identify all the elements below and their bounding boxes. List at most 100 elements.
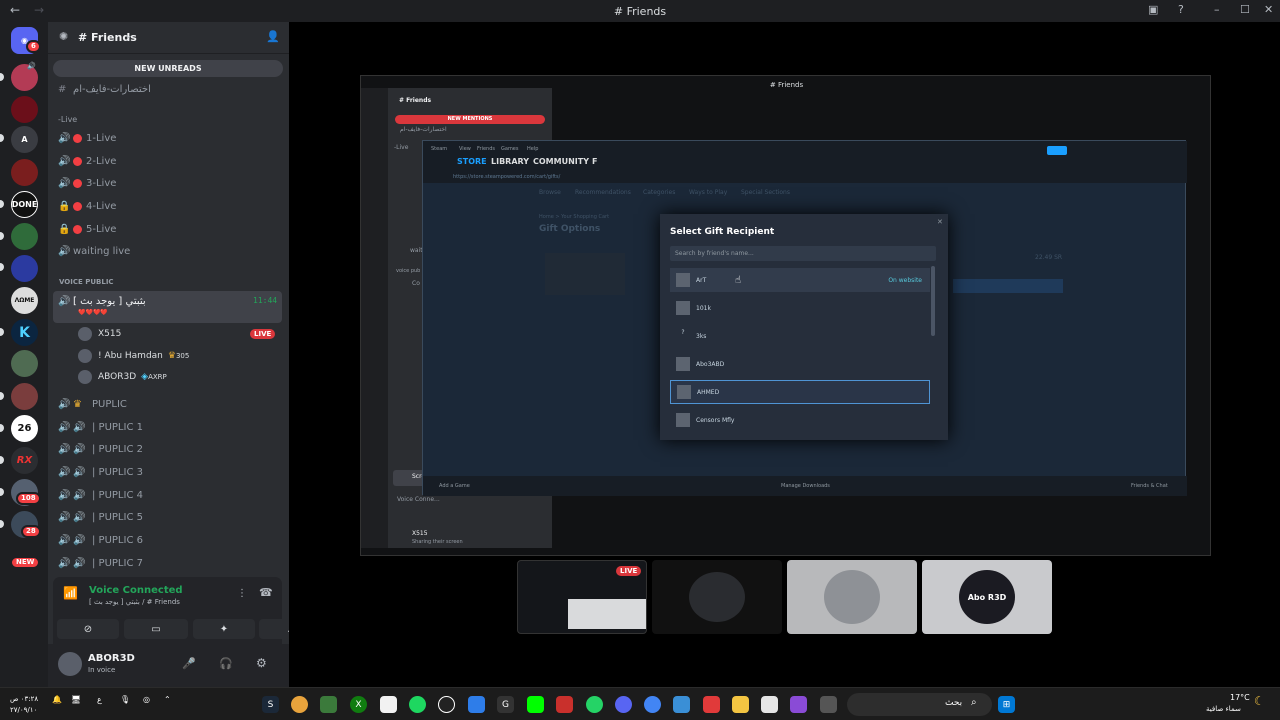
friend-row[interactable]: ? 3ks bbox=[670, 324, 930, 348]
mic-tray-icon[interactable]: 🎙 bbox=[120, 695, 130, 704]
notification-icon[interactable]: 🔔 bbox=[52, 695, 62, 704]
steam-notify-button[interactable] bbox=[1047, 146, 1067, 155]
voice-channel[interactable]: 🔊 🔊 | PUPLIC 4 bbox=[58, 485, 143, 505]
invite-icon[interactable]: 👤 bbox=[266, 30, 280, 43]
stream-thumbnail[interactable]: LIVE bbox=[517, 560, 647, 634]
help-icon[interactable]: ? bbox=[1178, 3, 1184, 16]
clock-time[interactable]: ٠٣:٢٨ ص bbox=[10, 695, 38, 703]
voice-channel[interactable]: 🔊 1-Live bbox=[58, 128, 116, 148]
manage-downloads-link[interactable]: Manage Downloads bbox=[781, 483, 830, 489]
language-indicator[interactable]: ع bbox=[97, 695, 102, 704]
microphone-icon[interactable]: 🎤 bbox=[182, 657, 196, 670]
steam-menu[interactable]: View bbox=[459, 146, 471, 152]
participant-tile[interactable] bbox=[787, 560, 917, 634]
voice-user[interactable]: ABOR3D ◈ AXRP bbox=[78, 368, 167, 386]
voice-channel[interactable]: 🔊 🔊 | PUPLIC 3 bbox=[58, 462, 143, 482]
server-settings-icon[interactable]: ✺ bbox=[59, 30, 68, 43]
friend-row[interactable]: 101k bbox=[670, 296, 930, 320]
new-unreads-button[interactable]: NEW UNREADS bbox=[53, 60, 283, 77]
modal-scrollbar[interactable] bbox=[931, 266, 935, 336]
close-icon[interactable]: ✕ bbox=[1264, 3, 1273, 16]
signal-icon[interactable]: 📶 bbox=[63, 586, 78, 600]
server-icon[interactable] bbox=[11, 96, 38, 123]
steam-nav-friend[interactable]: F bbox=[592, 157, 597, 166]
voice-connected-status[interactable]: Voice Connected bbox=[89, 585, 183, 596]
discord-taskbar-icon[interactable] bbox=[615, 696, 632, 713]
disconnect-icon[interactable]: ☎ bbox=[259, 586, 273, 599]
voice-user[interactable]: X515 bbox=[78, 325, 121, 343]
app-taskbar-icon[interactable] bbox=[556, 696, 573, 713]
noise-suppression-icon[interactable]: ⋮ bbox=[237, 588, 247, 599]
minimize-icon[interactable]: – bbox=[1214, 3, 1220, 16]
maximize-icon[interactable]: ☐ bbox=[1240, 3, 1250, 16]
steam-menu[interactable]: Games bbox=[501, 146, 519, 152]
server-icon[interactable]: A bbox=[11, 126, 38, 153]
task-view-taskbar-icon[interactable] bbox=[820, 696, 837, 713]
screen-share-button[interactable]: ▭ bbox=[124, 619, 188, 639]
shield-taskbar-icon[interactable] bbox=[468, 696, 485, 713]
close-icon[interactable]: ✕ bbox=[937, 218, 943, 226]
user-panel-name[interactable]: ABOR3D bbox=[88, 653, 135, 664]
xbox-taskbar-icon[interactable]: X bbox=[350, 696, 367, 713]
taskbar-search[interactable]: بحث ⌕ bbox=[847, 693, 992, 716]
voice-channel[interactable]: 🔊 🔊 | PUPLIC 7 bbox=[58, 553, 143, 573]
steam-menu[interactable]: Help bbox=[527, 146, 538, 152]
participant-tile[interactable] bbox=[652, 560, 782, 634]
gear-icon[interactable]: ⚙ bbox=[256, 656, 267, 670]
server-icon[interactable]: ΛΩΜΕ bbox=[11, 287, 38, 314]
tray-app-icon[interactable]: ◎ bbox=[143, 695, 150, 704]
github-taskbar-icon[interactable] bbox=[438, 696, 455, 713]
app-taskbar-icon[interactable]: G bbox=[497, 696, 514, 713]
active-channel-row[interactable]: 🔊 بثبتي [ يوجد بث ] bbox=[58, 291, 146, 311]
steam-menu[interactable]: Steam bbox=[431, 146, 447, 152]
chrome-taskbar-icon[interactable] bbox=[644, 696, 661, 713]
browser-taskbar-icon[interactable] bbox=[291, 696, 308, 713]
notepad-taskbar-icon[interactable] bbox=[380, 696, 397, 713]
voice-channel[interactable]: 🔊 ♛ PUPLIC bbox=[58, 394, 127, 414]
friend-row[interactable]: Censors Mfly bbox=[670, 408, 930, 432]
server-icon[interactable] bbox=[11, 350, 38, 377]
text-channel[interactable]: # اختصارات-فايف-ام bbox=[58, 79, 151, 99]
add-game-link[interactable]: Add a Game bbox=[439, 483, 470, 489]
server-icon[interactable] bbox=[11, 383, 38, 410]
minecraft-taskbar-icon[interactable] bbox=[320, 696, 337, 713]
tray-overflow-icon[interactable]: ⌃ bbox=[164, 695, 171, 704]
voice-channel[interactable]: 🔊 2-Live bbox=[58, 151, 116, 171]
headset-icon[interactable]: 🎧 bbox=[219, 657, 233, 670]
voice-channel[interactable]: 🔊 🔊 | PUPLIC 2 bbox=[58, 439, 143, 459]
friend-search-input[interactable]: Search by friend's name... bbox=[670, 246, 936, 261]
voice-channel[interactable]: 🔒 4-Live bbox=[58, 196, 116, 216]
steam-nav-library[interactable]: LIBRARY bbox=[491, 157, 529, 166]
server-icon[interactable]: DONE bbox=[11, 191, 38, 218]
participant-tile[interactable]: Abo R3D bbox=[922, 560, 1052, 634]
app-taskbar-icon[interactable] bbox=[703, 696, 720, 713]
copilot-taskbar-icon[interactable] bbox=[790, 696, 807, 713]
app-taskbar-icon[interactable] bbox=[761, 696, 778, 713]
steam-menu[interactable]: Friends bbox=[477, 146, 495, 152]
chevron-down-icon[interactable]: ⌄ bbox=[125, 31, 133, 41]
category-voice-public[interactable]: VOICE PUBLIC bbox=[59, 278, 114, 286]
app-taskbar-icon[interactable] bbox=[673, 696, 690, 713]
server-icon[interactable]: RX bbox=[11, 447, 38, 474]
whatsapp-taskbar-icon[interactable] bbox=[586, 696, 603, 713]
voice-user[interactable]: ! Abu Hamdan ♛ 305 bbox=[78, 347, 189, 365]
camera-off-button[interactable]: ⊘ bbox=[57, 619, 119, 639]
voice-channel[interactable]: 🔊 3-Live bbox=[58, 173, 116, 193]
windows-start-icon[interactable]: ⊞ bbox=[998, 696, 1015, 713]
steam-nav-store[interactable]: STORE bbox=[457, 157, 487, 166]
server-icon[interactable]: 26 bbox=[11, 415, 38, 442]
weather-temp[interactable]: 17°C bbox=[1230, 693, 1250, 702]
friends-chat-link[interactable]: Friends & Chat bbox=[1131, 483, 1168, 489]
clock-date[interactable]: ٢٧/٠٩/١٠ bbox=[10, 706, 37, 714]
steam-taskbar-icon[interactable]: S bbox=[262, 696, 279, 713]
activities-button[interactable]: ✦ bbox=[193, 619, 255, 639]
voice-channel[interactable]: 🔒 5-Live bbox=[58, 219, 116, 239]
voice-channel[interactable]: 🔊 🔊 | PUPLIC 5 bbox=[58, 507, 143, 527]
spotify-taskbar-icon[interactable] bbox=[409, 696, 426, 713]
weather-desc[interactable]: سماء صافية bbox=[1206, 705, 1241, 713]
friend-row[interactable]: ArT On website bbox=[670, 268, 930, 292]
category-live[interactable]: -Live bbox=[58, 109, 77, 129]
friend-row[interactable]: Abo3ABD bbox=[670, 352, 930, 376]
server-icon[interactable] bbox=[11, 255, 38, 282]
friend-row-selected[interactable]: AHMED bbox=[670, 380, 930, 404]
